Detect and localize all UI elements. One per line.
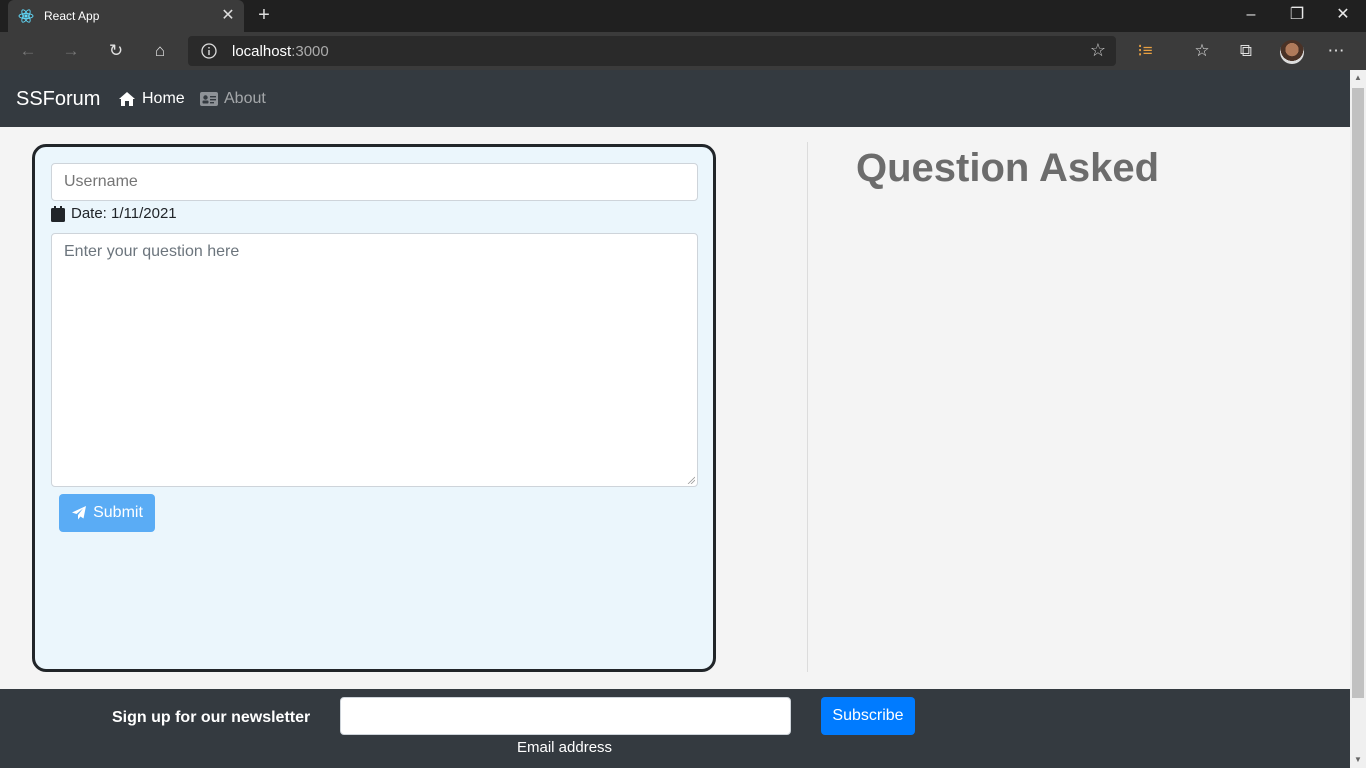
question-asked-heading: Question Asked (856, 146, 1160, 190)
nav-about-label: About (224, 90, 266, 107)
more-menu-icon[interactable]: ⋯ (1321, 36, 1351, 66)
scroll-up-icon[interactable]: ▲ (1350, 70, 1366, 86)
column-divider (807, 142, 808, 672)
reading-list-icon[interactable]: ⁝≡ (1130, 36, 1160, 66)
submit-button[interactable]: Submit (59, 494, 155, 532)
subscribe-button[interactable]: Subscribe (821, 697, 915, 735)
id-card-icon (200, 92, 218, 106)
newsletter-label: Sign up for our newsletter (112, 709, 311, 726)
question-form-card: Date: 1/11/2021 Enter your question here… (32, 144, 716, 672)
address-bar[interactable]: localhost:3000 ☆ (188, 36, 1116, 66)
url-text: localhost:3000 (232, 43, 329, 60)
nav-home-label: Home (142, 90, 185, 107)
submit-label: Submit (93, 504, 143, 521)
scroll-down-icon[interactable]: ▼ (1350, 752, 1366, 768)
collections-icon[interactable]: ⧉ (1231, 36, 1261, 66)
page-viewport: SSForum Home About Username Date: 1/11/2… (0, 70, 1350, 768)
window-close-icon[interactable]: ✕ (1320, 0, 1366, 32)
paper-plane-icon (72, 506, 87, 520)
browser-tab-bar: React App ✕ + – ❐ ✕ (0, 0, 1366, 32)
home-browser-icon[interactable]: ⌂ (145, 36, 175, 66)
info-icon[interactable] (200, 42, 218, 60)
navbar: SSForum Home About (0, 70, 1350, 127)
date-row: Date: 1/11/2021 (51, 205, 177, 222)
profile-avatar[interactable] (1280, 40, 1304, 64)
question-textarea[interactable]: Enter your question here (51, 233, 698, 487)
scrollbar-thumb[interactable] (1352, 88, 1364, 698)
email-input[interactable] (340, 697, 791, 735)
close-tab-icon[interactable]: ✕ (218, 6, 238, 26)
new-tab-icon[interactable]: + (252, 4, 276, 28)
refresh-icon[interactable]: ↻ (101, 36, 131, 66)
favorite-star-icon[interactable]: ☆ (1090, 40, 1106, 61)
browser-toolbar: ← → ↻ ⌂ localhost:3000 ☆ ⁝≡ ☆ ⧉ ⋯ (0, 32, 1366, 91)
resize-grip-icon[interactable] (687, 476, 695, 484)
forward-icon[interactable]: → (56, 36, 86, 66)
restore-icon[interactable]: ❐ (1274, 0, 1320, 32)
newsletter-footer: Sign up for our newsletter Email address… (0, 689, 1350, 768)
nav-home-link[interactable]: Home (118, 90, 185, 108)
browser-tab[interactable]: React App ✕ (8, 0, 244, 32)
date-text: Date: 1/11/2021 (71, 205, 177, 222)
brand-link[interactable]: SSForum (16, 88, 100, 111)
minimize-icon[interactable]: – (1228, 0, 1274, 32)
username-input[interactable] (51, 163, 698, 201)
react-logo-icon (18, 9, 34, 23)
favorites-icon[interactable]: ☆ (1187, 36, 1217, 66)
nav-about-link[interactable]: About (200, 90, 266, 108)
home-icon (119, 92, 135, 106)
email-help-text: Email address (517, 739, 613, 756)
tab-title: React App (44, 9, 100, 23)
back-icon[interactable]: ← (13, 36, 43, 66)
calendar-icon (51, 205, 65, 222)
page-scrollbar[interactable]: ▲ ▼ (1350, 70, 1366, 768)
question-placeholder: Enter your question here (64, 243, 240, 260)
